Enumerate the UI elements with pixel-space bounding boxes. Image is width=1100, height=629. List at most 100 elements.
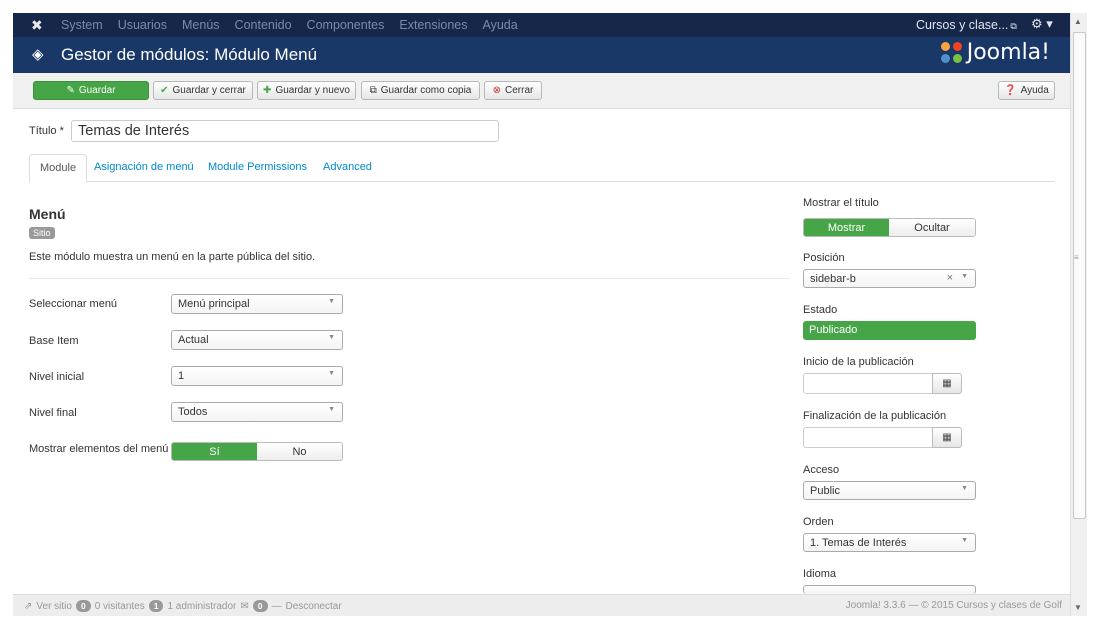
start-level-label: Nivel inicial	[29, 371, 85, 383]
clear-icon[interactable]: ×	[947, 272, 953, 284]
menu-menus[interactable]: Menús	[182, 18, 220, 32]
select-menu-value: Menú principal	[178, 298, 250, 310]
help-label: Ayuda	[1020, 85, 1049, 96]
calendar-icon[interactable]: ▦	[932, 427, 962, 448]
brand-text: Joomla!	[966, 40, 1050, 65]
access-dropdown[interactable]: Public ▼	[803, 481, 976, 500]
ordering-dropdown[interactable]: 1. Temas de Interés ▼	[803, 533, 976, 552]
title-input[interactable]: Temas de Interés	[71, 120, 499, 142]
save-new-label: Guardar y nuevo	[275, 85, 350, 96]
grip-icon: ≡	[1074, 253, 1079, 262]
joomla-logo: Joomla!	[940, 40, 1050, 65]
caret-down-icon: ▼	[328, 370, 335, 377]
joomla-menu-icon[interactable]: ✖	[31, 17, 43, 34]
caret-down-icon: ▼	[328, 298, 335, 305]
access-value: Public	[810, 485, 840, 497]
tab-module-permissions[interactable]: Module Permissions	[198, 154, 317, 182]
ordering-label: Orden	[803, 516, 834, 528]
visitors-count-badge: 0	[75, 600, 91, 612]
messages-count-badge[interactable]: 0	[252, 600, 268, 612]
title-label: Título *	[29, 125, 64, 137]
position-dropdown[interactable]: sidebar-b × ▼	[803, 269, 976, 288]
scroll-up-icon[interactable]: ▲	[1074, 17, 1082, 26]
status-dropdown[interactable]: Publicado	[803, 321, 976, 340]
copy-icon: ⧉	[369, 85, 377, 96]
show-title-label: Mostrar el título	[803, 197, 879, 209]
save-close-button[interactable]: ✔ Guardar y cerrar	[153, 81, 253, 100]
end-level-dropdown[interactable]: Todos ▼	[171, 402, 343, 422]
check-icon: ✔	[160, 85, 169, 96]
show-sub-no[interactable]: No	[257, 443, 342, 460]
site-link-label: Cursos y clase...	[916, 18, 1009, 32]
scrollbar-thumb[interactable]	[1073, 32, 1086, 519]
language-dropdown[interactable]	[803, 585, 976, 594]
close-button[interactable]: ⊗ Cerrar	[484, 81, 542, 100]
menu-help[interactable]: Ayuda	[482, 18, 517, 32]
show-title-toggle: Mostrar Ocultar	[803, 218, 976, 237]
vertical-scrollbar[interactable]: ▲ ≡ ▼	[1070, 13, 1087, 616]
module-heading: Menú	[29, 206, 66, 222]
position-label: Posición	[803, 252, 845, 264]
gear-icon[interactable]: ⚙ ▾	[1031, 16, 1053, 32]
select-menu-label: Seleccionar menú	[29, 298, 118, 310]
status-label: Estado	[803, 304, 838, 316]
base-item-value: Actual	[178, 334, 209, 346]
caret-down-icon: ▼	[328, 334, 335, 341]
publish-up-label: Inicio de la publicación	[803, 356, 914, 368]
save-copy-button[interactable]: ⧉ Guardar como copia	[361, 81, 480, 100]
question-icon: ❓	[1004, 85, 1017, 96]
publish-down-label: Finalización de la publicación	[803, 410, 947, 422]
save-copy-label: Guardar como copia	[380, 85, 472, 96]
show-sub-label: Mostrar elementos del menú	[29, 443, 169, 455]
select-menu-dropdown[interactable]: Menú principal ▼	[171, 294, 343, 314]
close-label: Cerrar	[505, 85, 534, 96]
start-level-dropdown[interactable]: 1 ▼	[171, 366, 343, 386]
status-left: ⇗ Ver sitio 0 0 visitantes 1 1 administr…	[24, 600, 342, 612]
base-item-label: Base Item	[29, 335, 79, 347]
menu-content[interactable]: Contenido	[235, 18, 292, 32]
joomla-mark-icon	[940, 41, 963, 64]
base-item-dropdown[interactable]: Actual ▼	[171, 330, 343, 350]
caret-down-icon: ▼	[961, 537, 968, 544]
menu-users[interactable]: Usuarios	[118, 18, 167, 32]
save-new-button[interactable]: ✚ Guardar y nuevo	[257, 81, 356, 100]
ordering-value: 1. Temas de Interés	[810, 537, 907, 549]
site-link[interactable]: Cursos y clase... ⧉	[916, 18, 1017, 32]
show-title-on[interactable]: Mostrar	[804, 219, 889, 236]
external-link-icon: ⧉	[1010, 21, 1017, 31]
edit-icon: ✎	[66, 85, 75, 96]
page-title: Gestor de módulos: Módulo Menú	[61, 45, 318, 64]
save-label: Guardar	[78, 85, 116, 96]
publish-down-input[interactable]	[803, 427, 933, 448]
tab-bar: Module Asignación de menú Module Permiss…	[29, 154, 1055, 183]
menu-extensions[interactable]: Extensiones	[399, 18, 467, 32]
calendar-icon[interactable]: ▦	[932, 373, 962, 394]
toolbar: ✎ Guardar ✔ Guardar y cerrar ✚ Guardar y…	[13, 73, 1070, 109]
show-sub-yes[interactable]: Sí	[172, 443, 257, 460]
publish-up-input[interactable]	[803, 373, 933, 394]
status-bar: ⇗ Ver sitio 0 0 visitantes 1 1 administr…	[13, 594, 1070, 616]
plus-icon: ✚	[263, 85, 272, 96]
top-navbar: ✖ System Usuarios Menús Contenido Compon…	[13, 13, 1070, 37]
view-site-link[interactable]: Ver sitio	[36, 601, 72, 612]
visitors-text: 0 visitantes	[94, 600, 145, 612]
envelope-icon: ✉	[240, 600, 249, 612]
position-value: sidebar-b	[810, 273, 856, 285]
menu-components[interactable]: Componentes	[307, 18, 385, 32]
caret-down-icon: ▼	[961, 485, 968, 492]
menu-system[interactable]: System	[61, 18, 103, 32]
tab-advanced[interactable]: Advanced	[313, 154, 382, 182]
start-level-value: 1	[178, 370, 185, 382]
module-description: Este módulo muestra un menú en la parte …	[29, 251, 316, 263]
help-button[interactable]: ❓ Ayuda	[998, 81, 1055, 100]
logout-link[interactable]: Desconectar	[286, 601, 342, 612]
tab-module[interactable]: Module	[29, 154, 88, 183]
language-label: Idioma	[803, 568, 837, 580]
footer-text: Joomla! 3.3.6 — © 2015 Cursos y clases d…	[845, 600, 1062, 611]
cube-icon: ◈	[32, 46, 44, 63]
show-title-off[interactable]: Ocultar	[889, 219, 975, 236]
tab-menu-assignment[interactable]: Asignación de menú	[84, 154, 204, 182]
scroll-down-icon[interactable]: ▼	[1074, 603, 1082, 612]
save-close-label: Guardar y cerrar	[172, 85, 246, 96]
save-button[interactable]: ✎ Guardar	[33, 81, 149, 100]
